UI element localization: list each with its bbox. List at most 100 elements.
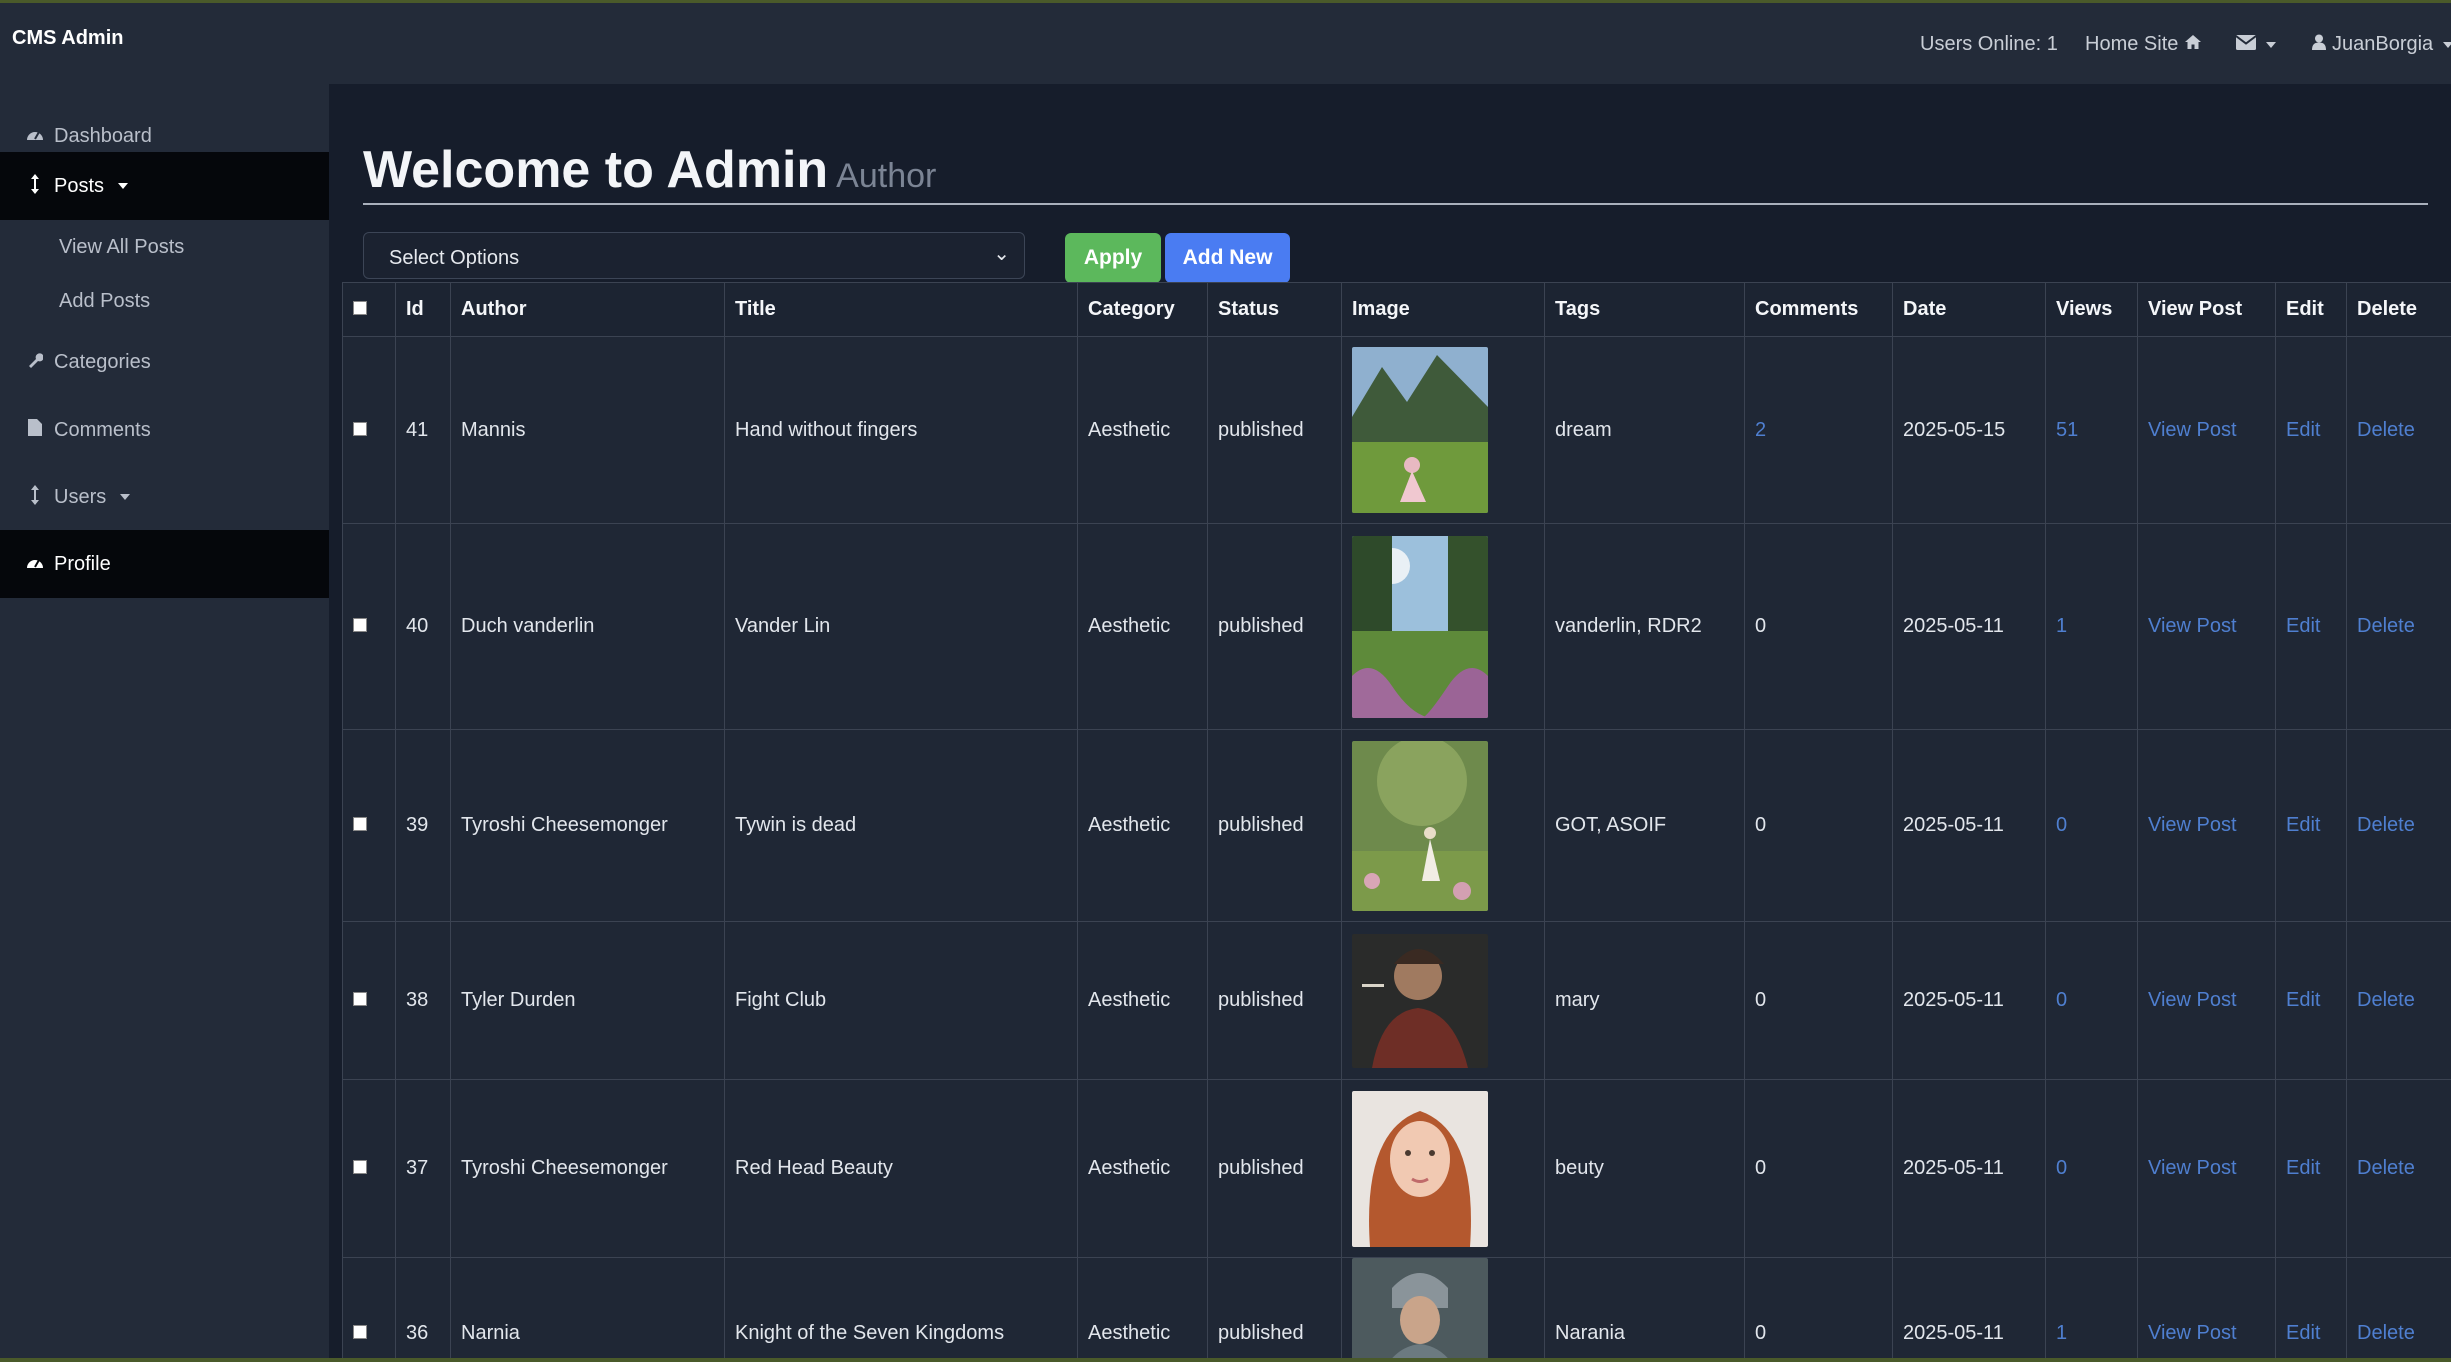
sidebar-item-label: Profile: [54, 552, 111, 575]
delete-link[interactable]: Delete: [2357, 1157, 2415, 1179]
delete-link[interactable]: Delete: [2357, 814, 2415, 836]
bulk-options-select[interactable]: Select Options ⌄: [363, 232, 1025, 279]
post-image: [1352, 535, 1488, 718]
column-header[interactable]: Date: [1892, 282, 2046, 337]
row-checkbox[interactable]: [353, 1160, 367, 1174]
column-header[interactable]: Title: [724, 282, 1078, 337]
row-checkbox[interactable]: [353, 618, 367, 632]
home-site-link[interactable]: Home Site: [2085, 33, 2202, 56]
view-post-link[interactable]: View Post: [2148, 814, 2237, 836]
table-row: 41 Mannis Hand without fingers Aesthetic…: [342, 336, 2451, 524]
apply-button[interactable]: Apply: [1065, 233, 1161, 283]
sidebar-item-label: Categories: [54, 350, 151, 373]
sidebar-item-view-all-posts[interactable]: View All Posts: [59, 236, 184, 259]
post-tags: dream: [1544, 336, 1745, 524]
column-header[interactable]: Tags: [1544, 282, 1745, 337]
wrench-icon: [26, 352, 44, 373]
column-header[interactable]: View Post: [2137, 282, 2276, 337]
post-status: published: [1207, 729, 1342, 922]
row-checkbox[interactable]: [353, 1324, 367, 1339]
sidebar: Dashboard Posts View All Posts Add Posts…: [0, 84, 329, 1362]
row-checkbox[interactable]: [353, 421, 367, 436]
title-divider: [363, 203, 2428, 205]
post-id: 39: [395, 729, 451, 922]
sidebar-item-profile[interactable]: Profile: [0, 530, 329, 598]
column-header[interactable]: Category: [1077, 282, 1208, 337]
file-icon: [26, 419, 44, 441]
view-post-link[interactable]: View Post: [2148, 1157, 2237, 1179]
post-status: published: [1207, 336, 1342, 524]
edit-link[interactable]: Edit: [2286, 419, 2320, 441]
comments-count: 0: [1744, 921, 1893, 1080]
sidebar-item-categories[interactable]: Categories: [0, 329, 329, 395]
home-site-label: Home Site: [2085, 33, 2179, 55]
sidebar-item-users[interactable]: Users: [0, 464, 329, 530]
post-image-cell: [1341, 729, 1545, 922]
column-header[interactable]: Author: [450, 282, 725, 337]
add-new-button[interactable]: Add New: [1165, 233, 1290, 283]
delete-link[interactable]: Delete: [2357, 1322, 2415, 1344]
column-header[interactable]: Views: [2045, 282, 2138, 337]
post-image-cell: [1341, 1079, 1545, 1258]
view-post-link[interactable]: View Post: [2148, 615, 2237, 637]
brand-link[interactable]: CMS Admin: [12, 27, 123, 50]
view-post-link[interactable]: View Post: [2148, 1322, 2237, 1344]
sidebar-item-add-posts[interactable]: Add Posts: [59, 290, 150, 313]
column-header[interactable]: Comments: [1744, 282, 1893, 337]
post-title: Tywin is dead: [724, 729, 1078, 922]
delete-link[interactable]: Delete: [2357, 419, 2415, 441]
view-post-link[interactable]: View Post: [2148, 989, 2237, 1011]
view-post-link[interactable]: View Post: [2148, 419, 2237, 441]
sidebar-item-label: Posts: [54, 174, 105, 197]
post-author: Duch vanderlin: [450, 523, 725, 730]
messages-dropdown[interactable]: [2235, 33, 2276, 56]
comments-count-link[interactable]: 2: [1755, 419, 1766, 441]
post-category: Aesthetic: [1077, 921, 1208, 1080]
views-count-link[interactable]: 0: [2056, 814, 2067, 836]
post-title: Knight of the Seven Kingdoms: [724, 1257, 1078, 1362]
edit-link[interactable]: Edit: [2286, 989, 2320, 1011]
edit-link[interactable]: Edit: [2286, 1322, 2320, 1344]
post-author: Narnia: [450, 1257, 725, 1362]
posts-table: Id Author Title Category Status Image Ta…: [342, 282, 2451, 1362]
column-header[interactable]: Delete: [2346, 282, 2451, 337]
post-author: Mannis: [450, 336, 725, 524]
row-checkbox[interactable]: [353, 817, 367, 831]
sidebar-item-comments[interactable]: Comments: [0, 397, 329, 463]
column-header[interactable]: Image: [1341, 282, 1545, 337]
delete-link[interactable]: Delete: [2357, 989, 2415, 1011]
column-header[interactable]: Status: [1207, 282, 1342, 337]
table-header-row: Id Author Title Category Status Image Ta…: [342, 282, 2451, 337]
bulk-options-value: Select Options: [389, 247, 520, 269]
edit-link[interactable]: Edit: [2286, 1157, 2320, 1179]
sidebar-item-posts[interactable]: Posts: [0, 152, 329, 220]
envelope-icon: [2235, 33, 2257, 56]
chevron-down-icon: [2443, 41, 2451, 48]
user-dropdown[interactable]: JuanBorgia: [2312, 33, 2451, 56]
comments-count: 0: [1744, 1257, 1893, 1362]
edit-link[interactable]: Edit: [2286, 615, 2320, 637]
views-count-link[interactable]: 0: [2056, 1157, 2067, 1179]
posts-table-container: Id Author Title Category Status Image Ta…: [342, 282, 2451, 1362]
column-header[interactable]: Edit: [2275, 282, 2347, 337]
views-count-link[interactable]: 0: [2056, 989, 2067, 1011]
row-checkbox[interactable]: [353, 992, 367, 1006]
post-image-cell: [1341, 1257, 1545, 1362]
select-all-checkbox[interactable]: [353, 301, 367, 315]
post-id: 40: [395, 523, 451, 730]
sidebar-item-label: Dashboard: [54, 124, 152, 147]
comments-count: 0: [1744, 1079, 1893, 1258]
user-name: JuanBorgia: [2332, 33, 2434, 55]
delete-link[interactable]: Delete: [2357, 615, 2415, 637]
edit-link[interactable]: Edit: [2286, 814, 2320, 836]
views-count-link[interactable]: 1: [2056, 1322, 2067, 1344]
views-count-link[interactable]: 1: [2056, 615, 2067, 637]
page-title-text: Welcome to Admin: [363, 141, 829, 199]
table-row: 40 Duch vanderlin Vander Lin Aesthetic p…: [342, 523, 2451, 730]
user-icon: [2312, 33, 2326, 56]
post-tags: Narania: [1544, 1257, 1745, 1362]
chevron-down-icon: [118, 183, 129, 189]
comments-count: 0: [1744, 523, 1893, 730]
views-count-link[interactable]: 51: [2056, 419, 2078, 441]
column-header[interactable]: Id: [395, 282, 451, 337]
